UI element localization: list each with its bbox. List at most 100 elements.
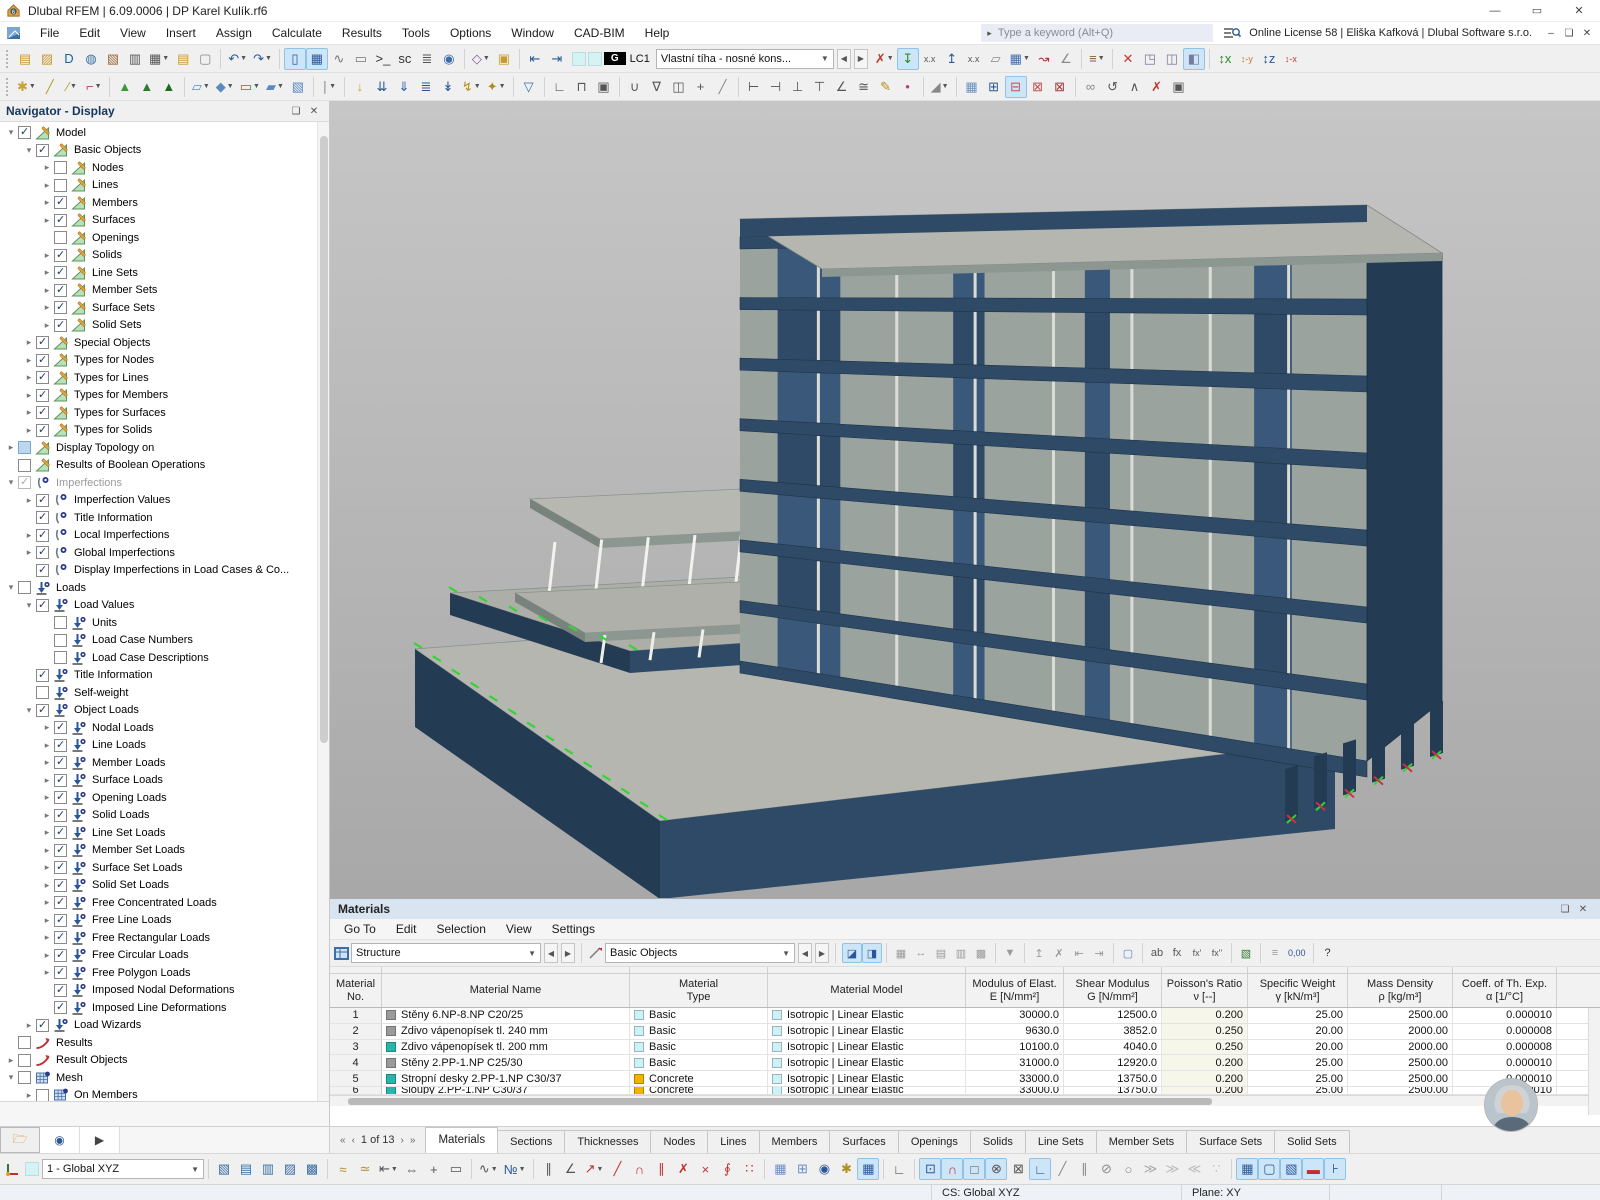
tree-item-title-information[interactable]: Title Information	[0, 509, 329, 527]
new-line-load-icon[interactable]: ⇊	[371, 76, 393, 98]
tree-checkbox-imperfections[interactable]	[18, 475, 31, 490]
tree-item-load-wizards[interactable]: ▸ Load Wizards	[0, 1017, 329, 1035]
edit-load-icon[interactable]: ↝	[1033, 48, 1055, 70]
tree-checkbox-free-circular-loads[interactable]	[54, 948, 67, 962]
expander-icon[interactable]: ▸	[22, 355, 36, 366]
tree-item-free-circular-loads[interactable]: ▸ Free Circular Loads	[0, 947, 329, 965]
edit-block-icon[interactable]: ▨	[279, 1158, 301, 1180]
expander-icon[interactable]: ▸	[22, 407, 36, 418]
expander-icon[interactable]: ▸	[40, 302, 54, 313]
tree-checkbox-nodes[interactable]	[54, 161, 67, 175]
orientation-cross-icon[interactable]: +	[690, 76, 712, 98]
tree-item-load-values[interactable]: ▾ Load Values	[0, 597, 329, 615]
table-tab-surfaces[interactable]: Surfaces	[829, 1130, 899, 1153]
tree-item-solid-sets[interactable]: ▸ Solid Sets	[0, 317, 329, 335]
menu-help[interactable]: Help	[635, 23, 680, 43]
spiral-tool-icon[interactable]: ∮	[716, 1158, 738, 1180]
grid-select-icon[interactable]: ▦	[857, 1158, 880, 1180]
previous-load-case-button[interactable]: ◀	[836, 48, 851, 69]
trim-lines-icon[interactable]: ∠	[831, 76, 853, 98]
new-block-icon[interactable]: ▧	[213, 1158, 235, 1180]
previous-filter-button[interactable]: ◀	[798, 943, 812, 963]
redo-icon[interactable]: ↷ ▼	[250, 48, 275, 70]
visual-objects-icon[interactable]: ◇ ▼	[469, 48, 493, 70]
tree-checkbox-mesh[interactable]	[18, 1071, 31, 1085]
move-row-up-icon[interactable]: ↥	[1029, 943, 1049, 963]
tree-item-solids[interactable]: ▸ Solids	[0, 247, 329, 265]
tree-item-free-concentrated-loads[interactable]: ▸ Free Concentrated Loads	[0, 894, 329, 912]
tree-item-member-loads[interactable]: ▸ Member Loads	[0, 754, 329, 772]
previous-table-button[interactable]: ◀	[544, 943, 558, 963]
level-tool-icon[interactable]: +	[423, 1158, 445, 1180]
new-node-on-line-icon[interactable]: ╱	[39, 76, 61, 98]
expander-icon[interactable]: ▸	[22, 530, 36, 541]
tree-checkbox-title-information[interactable]	[36, 510, 49, 525]
expander-icon[interactable]: ▾	[4, 477, 18, 488]
tree-checkbox-free-rectangular-loads[interactable]	[54, 930, 67, 945]
expander-icon[interactable]: ▸	[22, 1090, 36, 1101]
save-model-icon[interactable]: ▥	[124, 48, 146, 70]
tree-checkbox-free-concentrated-loads[interactable]	[54, 895, 67, 910]
column-header-g-n-mm-[interactable]: Shear Modulus G [N/mm²]	[1064, 974, 1162, 1007]
tree-checkbox-special-objects[interactable]	[36, 335, 49, 350]
column-header--kg-m-[interactable]: Mass Density ρ [kg/m³]	[1348, 974, 1453, 1007]
formula-fx-all-icon[interactable]: fx''	[1207, 943, 1227, 963]
last-table-button[interactable]: »	[410, 1135, 416, 1146]
expander-icon[interactable]: ▾	[4, 127, 18, 138]
edit-comments-icon[interactable]: ≡	[1265, 943, 1285, 963]
member-on-surface-icon[interactable]: ▲	[158, 76, 180, 98]
material-row-2[interactable]: 2 Zdivo vápenopísek tl. 240 mm Basic Isotro…	[330, 1023, 1600, 1040]
global-search-icon[interactable]: ◉	[438, 48, 460, 70]
expander-icon[interactable]: ▾	[4, 582, 18, 593]
material-row-3[interactable]: 3 Zdivo vápenopísek tl. 200 mm Basic Isotro…	[330, 1039, 1600, 1056]
tree-item-nodes[interactable]: ▸ Nodes	[0, 159, 329, 177]
tree-checkbox-on-members[interactable]	[36, 1088, 49, 1101]
tree-checkbox-object-loads[interactable]	[36, 703, 49, 717]
mesh-settings-icon[interactable]: ⊞	[983, 76, 1005, 98]
selection-pin-icon[interactable]: ⊦	[1324, 1158, 1347, 1180]
table-tab-sections[interactable]: Sections	[497, 1130, 566, 1153]
views-navigator-tab[interactable]: ▶	[80, 1127, 120, 1153]
tree-item-free-line-loads[interactable]: ▸ Free Line Loads	[0, 912, 329, 930]
expander-icon[interactable]: ▸	[40, 915, 54, 926]
new-nodal-load-2-icon[interactable]: ↓	[349, 76, 371, 98]
expander-icon[interactable]: ▸	[22, 547, 36, 558]
polyline-select-icon[interactable]: ∿ ▼	[476, 1158, 501, 1180]
materials-menu-goto[interactable]: Go To	[334, 919, 386, 939]
split-member-icon[interactable]: ⊤	[809, 76, 831, 98]
snap-magnet-icon[interactable]: ∩	[941, 1158, 964, 1180]
expander-icon[interactable]: ▸	[40, 215, 54, 226]
mirror-view-icon[interactable]: ∇	[646, 76, 668, 98]
expander-icon[interactable]: ▸	[40, 740, 54, 751]
tree-item-line-sets[interactable]: ▸ Line Sets	[0, 264, 329, 282]
table-tab-thicknesses[interactable]: Thicknesses	[564, 1130, 652, 1153]
expander-icon[interactable]: ▾	[22, 145, 36, 156]
tree-checkbox-global-imperfections[interactable]	[36, 545, 49, 560]
surface-from-cells-icon[interactable]: ▰ ▼	[263, 76, 287, 98]
add-visual-object-icon[interactable]: ▣	[493, 48, 515, 70]
menu-edit[interactable]: Edit	[69, 23, 110, 43]
workplane-xy-icon[interactable]: ⊟	[1004, 75, 1027, 98]
expander-icon[interactable]: ▸	[40, 967, 54, 978]
coordinate-system-combobox[interactable]: 1 - Global XYZ ▼	[42, 1159, 204, 1179]
tree-checkbox-free-polygon-loads[interactable]	[54, 965, 67, 980]
tables-panel-toggle-icon[interactable]: ▦	[305, 47, 328, 70]
selection-box-icon[interactable]: ▢	[1258, 1158, 1281, 1180]
table-view-icon[interactable]: ▦	[891, 943, 911, 963]
menu-window[interactable]: Window	[501, 23, 564, 43]
tree-checkbox-member-set-loads[interactable]	[54, 843, 67, 857]
maximize-table-button[interactable]: ❏	[1556, 904, 1574, 915]
tree-checkbox-basic-objects[interactable]	[36, 143, 49, 157]
new-solid-icon[interactable]: ▧	[287, 76, 309, 98]
tree-checkbox-nodal-loads[interactable]	[54, 720, 67, 735]
column-header-material-model[interactable]: Material Model	[768, 974, 966, 1007]
new-entry-icon[interactable]: ▤	[172, 48, 194, 70]
table-horizontal-scrollbar[interactable]	[330, 1094, 1600, 1106]
tree-item-on-members[interactable]: ▸ On Members	[0, 1087, 329, 1101]
zoom-cube-icon[interactable]: ◫	[1161, 48, 1183, 70]
tree-checkbox-free-line-loads[interactable]	[54, 913, 67, 927]
snap-ellipse-icon[interactable]: ○	[1117, 1158, 1139, 1180]
next-load-case-button[interactable]: ▶	[853, 48, 868, 69]
expander-icon[interactable]: ▸	[40, 250, 54, 261]
new-surface-load-icon[interactable]: ≣	[415, 76, 437, 98]
